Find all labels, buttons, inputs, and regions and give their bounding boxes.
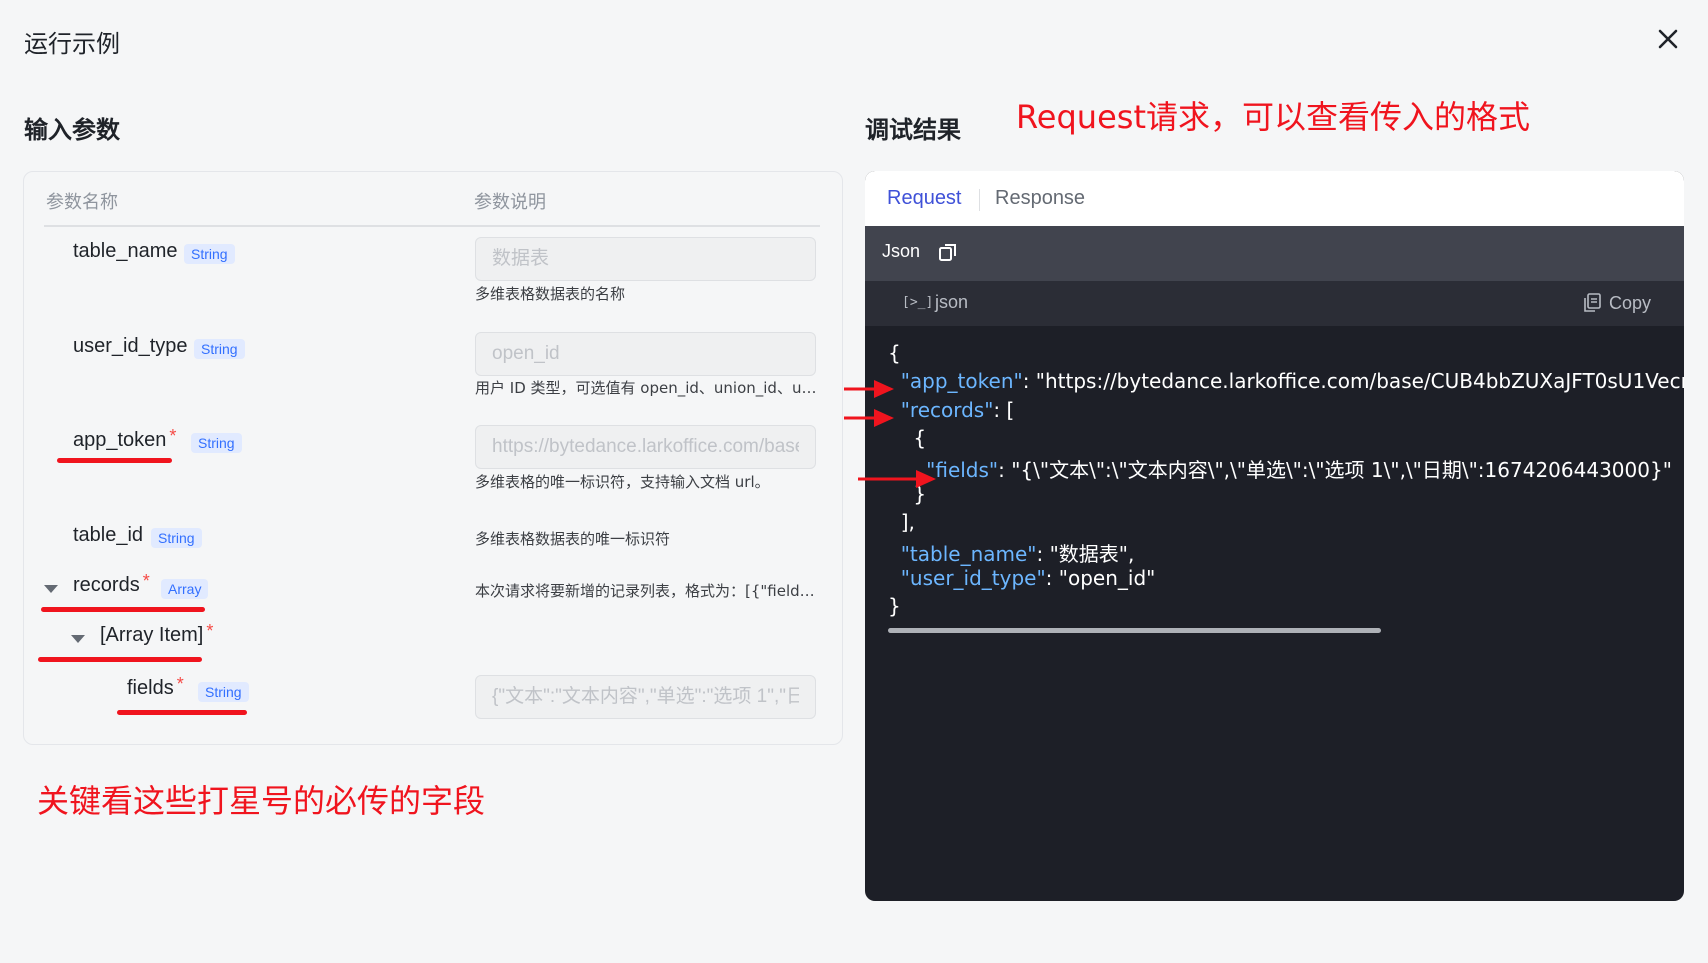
param-name: fields * (127, 674, 184, 700)
code-line: "user_id_type": "open_id" (888, 566, 1156, 590)
param-name: [Array Item] * (100, 621, 214, 647)
type-tag: String (151, 528, 202, 548)
json-value: "https://bytedance.larkoffice.com/base/C… (1035, 369, 1684, 393)
required-mark: * (206, 621, 214, 641)
header-divider (44, 225, 820, 227)
clipboard-icon (1584, 293, 1601, 312)
code-line: "records": [ (888, 398, 1015, 422)
param-name: records * (73, 571, 150, 597)
annotation-arrow-icon (844, 409, 894, 427)
format-label: Json (882, 241, 921, 261)
fields-input[interactable] (475, 675, 816, 719)
request-annotation: Request请求，可以查看传入的格式 (1016, 98, 1530, 136)
table-name-input[interactable] (475, 237, 816, 281)
code-token: { (888, 426, 927, 450)
annotation-underline (41, 607, 205, 612)
code-line: "table_name": "数据表", (888, 538, 1135, 567)
debug-result-title: 调试结果 (865, 117, 961, 144)
horizontal-scrollbar[interactable] (888, 628, 1381, 633)
close-icon[interactable] (1655, 26, 1681, 52)
app-token-input[interactable] (475, 425, 816, 469)
format-bar: Json (865, 226, 1684, 281)
json-key: "records" (888, 398, 994, 422)
annotation-underline (38, 657, 202, 662)
code-header: [>_] json Copy (865, 281, 1684, 326)
close-button[interactable] (1655, 26, 1681, 52)
tab-response[interactable]: Response (995, 187, 1085, 210)
param-name: app_token * (73, 426, 177, 452)
param-name-text: [Array Item] (100, 624, 204, 646)
json-value: "{\"文本\":\"文本内容\",\"单选\":\"选项 1\",\"日期\"… (1011, 458, 1672, 482)
json-value: "open_id" (1058, 566, 1156, 590)
code-line: ], (888, 510, 915, 534)
json-key: "user_id_type" (888, 566, 1046, 590)
param-name: table_id (73, 524, 144, 546)
tab-divider (979, 189, 980, 211)
result-panel: Request Response Json [>_] json Copy { "… (865, 171, 1684, 901)
annotation-arrow-icon (858, 470, 936, 488)
json-value: "数据表", (1049, 542, 1135, 566)
tab-request[interactable]: Request (887, 187, 962, 210)
dialog-title: 运行示例 (24, 31, 120, 58)
code-line: { (888, 341, 901, 365)
input-params-title: 输入参数 (24, 117, 120, 144)
param-description: 多维表格数据表的名称 (475, 285, 626, 303)
result-tabs: Request Response (865, 171, 1684, 226)
type-tag: String (194, 339, 245, 359)
code-token: : (1036, 542, 1050, 566)
param-desc-header: 参数说明 (474, 192, 546, 212)
param-name: user_id_type (73, 335, 188, 357)
terminal-icon: [>_] (902, 295, 934, 310)
param-description: 本次请求将要新增的记录列表，格式为：[{"fields":{}}] (475, 582, 820, 600)
type-tag: String (191, 433, 242, 453)
code-token: : (1022, 369, 1036, 393)
code-token: : (998, 458, 1012, 482)
param-description: 用户 ID 类型，可选值有 open_id、union_id、user_id (475, 379, 820, 397)
annotation-underline (57, 458, 172, 463)
code-line: { (888, 426, 926, 450)
code-line: "app_token": "https://bytedance.larkoffi… (888, 369, 1684, 393)
copy-label: Copy (1609, 293, 1652, 313)
user-id-type-input[interactable] (475, 332, 816, 376)
copy-icon[interactable] (937, 241, 959, 263)
code-language: json (935, 292, 969, 312)
json-key: "app_token" (888, 369, 1023, 393)
param-name-header: 参数名称 (46, 192, 118, 212)
code-body[interactable]: { "app_token": "https://bytedance.larkof… (865, 326, 1684, 846)
code-token: : [ (993, 398, 1015, 422)
type-tag: String (184, 244, 235, 264)
code-line: } (888, 594, 901, 618)
param-name-text: fields (127, 677, 174, 699)
json-key: "table_name" (888, 542, 1037, 566)
required-annotation: 关键看这些打星号的必传的字段 (37, 782, 486, 820)
type-tag: String (198, 682, 249, 702)
annotation-arrow-icon (844, 380, 894, 398)
code-token: { (888, 341, 901, 365)
collapse-caret-icon[interactable] (71, 635, 85, 643)
collapse-caret-icon[interactable] (44, 585, 58, 593)
required-mark: * (169, 426, 177, 446)
param-name: table_name (73, 240, 178, 262)
param-description: 多维表格的唯一标识符，支持输入文档 url。 (475, 473, 770, 491)
param-description: 多维表格数据表的唯一标识符 (475, 530, 671, 548)
type-tag: Array (161, 579, 209, 599)
required-mark: * (142, 571, 150, 591)
code-token: ], (888, 510, 915, 534)
param-panel: 参数名称 参数说明 table_name String 多维表格数据表的名称 u… (23, 171, 843, 745)
annotation-underline (117, 710, 247, 715)
code-token: } (888, 594, 901, 618)
param-name-text: app_token (73, 429, 167, 451)
required-mark: * (176, 674, 184, 694)
param-name-text: records (73, 574, 140, 596)
code-token: : (1045, 566, 1059, 590)
code-line: "fields": "{\"文本\":\"文本内容\",\"单选\":\"选项 … (888, 454, 1672, 483)
